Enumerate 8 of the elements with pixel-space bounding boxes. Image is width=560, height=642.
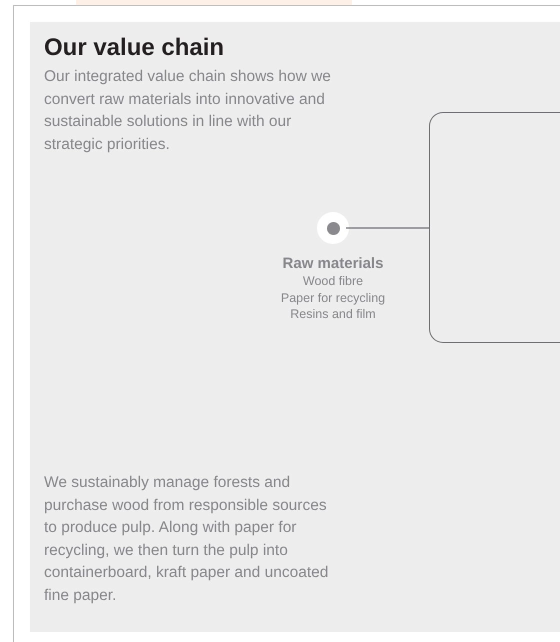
- description-text: We sustainably manage forests and purchase wood from responsible sources to produce pulp. Along with paper for recycling, we then turn the pulp into containerboard, kraft paper and uncoated fine paper.: [44, 473, 330, 606]
- node-item: Wood fibre: [302, 273, 364, 290]
- section-title: Our value chain: [44, 34, 226, 62]
- intro-text: Our integrated value chain shows how we convert raw materials into innovative and sustainable solutions in line with our strategic priorities.: [44, 67, 332, 154]
- node-title: Raw materials: [282, 255, 384, 273]
- node-item: Resins and film: [290, 306, 376, 322]
- node-ring-icon: [317, 212, 349, 244]
- node-item: Paper for recycling: [280, 290, 386, 306]
